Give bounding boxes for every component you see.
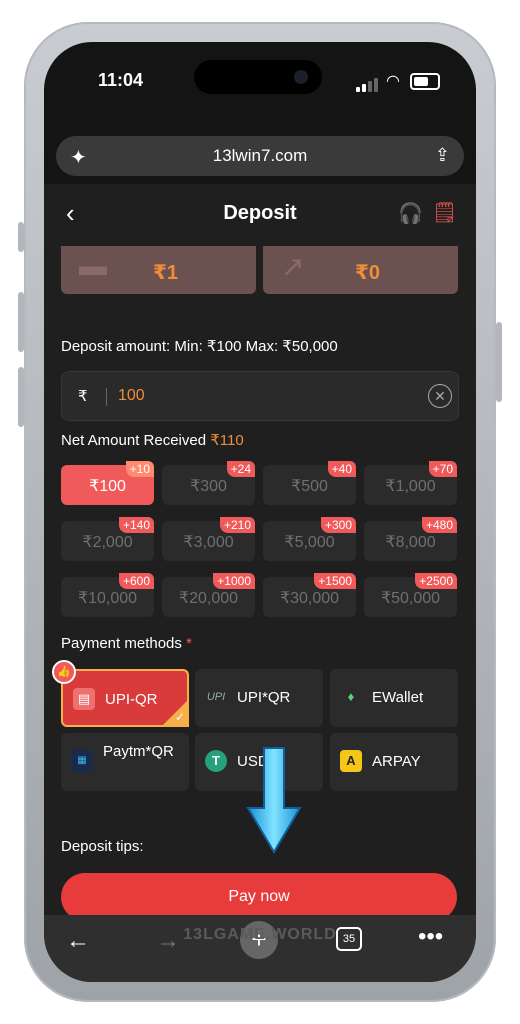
payment-method-upi-qr[interactable]: ▤ UPI-QR ✓ [61, 669, 189, 727]
amount-option[interactable]: ₹5,000 +300 [263, 517, 356, 561]
amount-value[interactable]: 100 [118, 387, 145, 405]
amount-option-value: ₹5,000 [284, 534, 335, 551]
amount-input[interactable]: ₹ 100 ✕ [61, 371, 459, 421]
payment-method-name: EWallet [372, 689, 424, 706]
wallet-balance: ₹1 [153, 262, 179, 284]
amount-option[interactable]: ₹10,000 +600 [61, 573, 154, 617]
bonus-badge: +210 [219, 517, 255, 533]
net-amount: Net Amount Received ₹110 [61, 431, 244, 449]
bonus-badge: +24 [226, 461, 255, 477]
amount-option-value: ₹300 [190, 478, 227, 495]
amount-option-value: ₹1,000 [385, 478, 436, 495]
pointer-arrow-icon [246, 747, 302, 854]
payment-method-name: Paytm*QR [103, 743, 174, 760]
upi-icon: ▤ [73, 688, 95, 710]
amount-option-value: ₹100 [89, 478, 126, 495]
bonus-badge: +480 [421, 517, 457, 533]
amount-option-value: ₹50,000 [380, 590, 441, 607]
amount-option[interactable]: ₹300 +24 [162, 461, 255, 505]
amount-option-value: ₹30,000 [279, 590, 340, 607]
bonus-badge: +600 [118, 573, 154, 589]
status-time: 11:04 [98, 70, 144, 90]
side-button [18, 222, 24, 252]
upi-logo-icon: UPI [206, 691, 226, 703]
screen: 11:04 ◠ ✦ 13lwin7.com ⇪ ‹ Deposit 🎧 🗒 ▬ … [44, 42, 476, 982]
url-text[interactable]: 13lwin7.com [56, 146, 464, 166]
required-mark: * [186, 635, 192, 652]
amount-option[interactable]: ₹50,000 +2500 [364, 573, 457, 617]
address-bar[interactable]: ✦ 13lwin7.com ⇪ [56, 136, 464, 176]
bonus-badge: +1500 [314, 573, 356, 589]
ewallet-icon: ♦ [347, 689, 355, 704]
records-icon[interactable]: 🗒 [432, 200, 457, 225]
amount-option[interactable]: ₹500 +40 [263, 461, 356, 505]
wallet-balance: ₹0 [355, 262, 381, 284]
status-bar: 11:04 ◠ [44, 42, 476, 112]
bonus-badge: +40 [327, 461, 356, 477]
amount-option[interactable]: ₹8,000 +480 [364, 517, 457, 561]
net-amount-value: ₹110 [210, 432, 244, 449]
payment-methods-label: Payment methods [61, 635, 182, 652]
paytm-icon: ▦ [71, 750, 93, 772]
clear-icon[interactable]: ✕ [428, 384, 452, 408]
signal-icon [356, 74, 380, 92]
payment-method-arpay[interactable]: A ARPAY [330, 733, 458, 791]
wifi-icon: ◠ [386, 73, 400, 90]
camera-icon [294, 70, 308, 84]
payment-method-upi-star-qr[interactable]: UPI UPI*QR [195, 669, 323, 727]
wallet-icon: ▬ [79, 250, 107, 281]
amount-option-value: ₹2,000 [82, 534, 133, 551]
tether-icon: T [205, 750, 227, 772]
payment-methods-heading: Payment methods * [61, 635, 192, 652]
check-icon: ✓ [174, 710, 185, 724]
amount-option[interactable]: ₹30,000 +1500 [263, 573, 356, 617]
bonus-badge: +70 [428, 461, 457, 477]
payment-method-name: UPI-QR [105, 691, 158, 708]
payment-method-paytm-qr[interactable]: ▦ Paytm*QR [61, 733, 189, 791]
amount-option-value: ₹20,000 [178, 590, 239, 607]
pay-now-button[interactable]: Pay now [61, 873, 457, 921]
volume-down-button [18, 367, 24, 427]
thumbs-up-icon: 👍 [52, 660, 76, 684]
bonus-badge: +2500 [415, 573, 457, 589]
bonus-badge: +10 [125, 461, 154, 477]
share-icon[interactable]: ⇪ [435, 145, 450, 166]
bonus-badge: +1000 [213, 573, 255, 589]
amount-option-value: ₹3,000 [183, 534, 234, 551]
bonus-badge: +140 [118, 517, 154, 533]
amount-option[interactable]: ₹1,000 +70 [364, 461, 457, 505]
amount-option-value: ₹8,000 [385, 534, 436, 551]
payment-method-name: ARPAY [372, 753, 421, 770]
amount-option[interactable]: ₹3,000 +210 [162, 517, 255, 561]
net-amount-label: Net Amount Received [61, 432, 207, 449]
phone-frame: 11:04 ◠ ✦ 13lwin7.com ⇪ ‹ Deposit 🎧 🗒 ▬ … [18, 22, 502, 1002]
deposit-limits: Deposit amount: Min: ₹100 Max: ₹50,000 [61, 338, 338, 355]
top-bar: ‹ Deposit 🎧 🗒 [44, 184, 476, 244]
amount-option-value: ₹10,000 [77, 590, 138, 607]
amount-option[interactable]: ₹20,000 +1000 [162, 573, 255, 617]
power-button [496, 322, 502, 402]
wallet-card-third-party: ↗ ₹0 [263, 246, 458, 294]
currency-symbol: ₹ [78, 388, 88, 405]
volume-up-button [18, 292, 24, 352]
dynamic-island [194, 60, 322, 94]
divider [106, 388, 107, 406]
bonus-badge: +300 [320, 517, 356, 533]
transfer-wallet-icon: ↗ [281, 251, 305, 282]
headset-icon[interactable]: 🎧 [398, 201, 423, 226]
deposit-page: ‹ Deposit 🎧 🗒 ▬ ₹1 ↗ ₹0 Deposit amount: … [44, 184, 476, 921]
payment-method-name: UPI*QR [237, 689, 291, 706]
amount-option[interactable]: ₹2,000 +140 [61, 517, 154, 561]
amount-option-value: ₹500 [291, 478, 328, 495]
battery-icon [410, 73, 440, 90]
arpay-icon: A [340, 750, 362, 772]
payment-method-ewallet[interactable]: ♦ EWallet [330, 669, 458, 727]
deposit-tips-label: Deposit tips: [61, 838, 144, 855]
watermark: 13LGAME.WORLD [183, 926, 337, 943]
wallet-card-main: ▬ ₹1 [61, 246, 256, 294]
amount-option[interactable]: ₹100 +10 [61, 461, 154, 505]
